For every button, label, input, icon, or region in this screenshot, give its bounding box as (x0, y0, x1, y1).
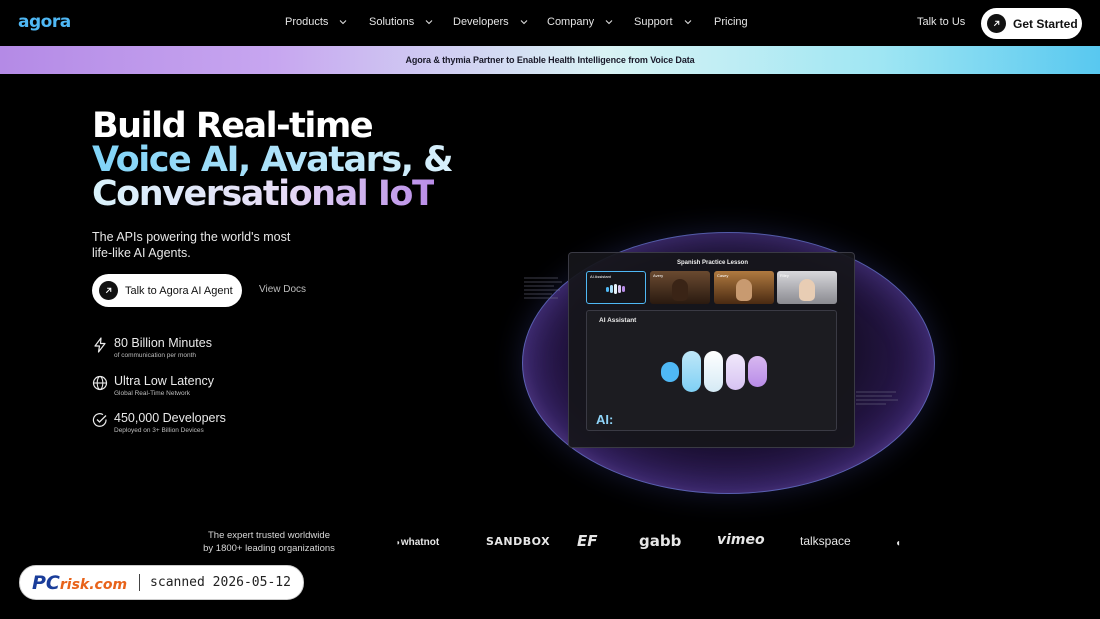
nav-products[interactable]: Products (285, 16, 348, 28)
trusted-text: The expert trusted worldwide by 1800+ le… (190, 529, 348, 555)
chevron-down-icon (520, 20, 528, 25)
pcrisk-logo-main: PC (32, 571, 60, 594)
agora-logo[interactable]: agora (18, 12, 71, 32)
talk-to-ai-agent-label: Talk to Agora AI Agent (125, 284, 233, 297)
pcrisk-scan-badge: PC risk.com scanned 2026-05-12 (19, 565, 304, 600)
hero-subtitle: The APIs powering the world's most life-… (92, 230, 291, 260)
stat-developers: 450,000 Developers Deployed on 3+ Billio… (92, 411, 226, 436)
arrow-up-right-icon (99, 281, 118, 300)
stat-subtitle: Deployed on 3+ Billion Devices (114, 427, 204, 434)
nav-pricing[interactable]: Pricing (714, 16, 748, 28)
chevron-down-icon (425, 20, 433, 25)
tile-label: Avery (653, 273, 664, 278)
trusted-line-2: by 1800+ leading organizations (203, 543, 335, 554)
logo-partial: ◖ (895, 538, 902, 549)
badge-divider (139, 574, 141, 591)
hero-title-line-2: Voice AI, Avatars, & (92, 140, 454, 180)
panel-label: AI Assistant (599, 317, 637, 324)
ai-assistant-panel: AI Assistant AI: (586, 310, 837, 431)
video-tile-ai-assistant: AI Assistant (586, 271, 646, 304)
get-started-button[interactable]: Get Started (981, 8, 1082, 39)
tile-label: AI Assistant (590, 274, 611, 279)
audio-wave-icon (606, 284, 625, 294)
logo-ef: EF (577, 532, 598, 550)
stat-title: 450,000 Developers (114, 411, 226, 425)
logo-text: whatnot (400, 537, 440, 548)
nav-solutions-label: Solutions (369, 16, 415, 28)
stat-minutes: 80 Billion Minutes of communication per … (92, 336, 212, 361)
chevron-down-icon (684, 20, 691, 25)
decorative-code-left (524, 276, 564, 307)
avatar (799, 279, 815, 301)
trusted-line-1: The expert trusted worldwide (208, 530, 330, 541)
hero-title-line-1: Build Real-time (92, 106, 374, 146)
get-started-label: Get Started (1013, 16, 1078, 31)
avatar (672, 279, 688, 301)
logo-vimeo: vimeo (717, 532, 765, 548)
video-tile-avery: Avery (650, 271, 710, 304)
decorative-code-right (856, 390, 900, 413)
check-circle-icon (92, 413, 107, 427)
talk-to-ai-agent-button[interactable]: Talk to Agora AI Agent (92, 274, 242, 307)
nav-company[interactable]: Company (547, 16, 614, 28)
mockup-title: Spanish Practice Lesson (676, 260, 749, 266)
nav-products-label: Products (285, 16, 329, 28)
hero-title-line-3: Conversational IoT (92, 174, 436, 214)
ai-caption-label: AI: (596, 412, 614, 427)
stat-subtitle: Global Real-Time Network (114, 390, 190, 397)
nav-company-label: Company (547, 16, 595, 28)
lightning-icon (94, 337, 106, 353)
view-docs-link[interactable]: View Docs (259, 284, 306, 295)
arrow-up-right-icon (987, 14, 1006, 33)
stat-title: 80 Billion Minutes (114, 336, 212, 350)
logo-gabb: gabb (639, 532, 682, 550)
nav-developers[interactable]: Developers (453, 16, 529, 28)
voice-visualizer-icon (661, 351, 767, 392)
nav-support[interactable]: Support (634, 16, 693, 28)
chevron-down-icon (605, 20, 613, 25)
globe-icon (92, 375, 108, 391)
banner-text: Agora & thymia Partner to Enable Health … (405, 55, 695, 65)
logo-sandbox: SANDBOX (486, 535, 551, 548)
stat-subtitle: of communication per month (114, 352, 197, 359)
chevron-down-icon (340, 20, 347, 25)
tile-label: Casey (717, 273, 729, 278)
video-tile-casey: Casey (714, 271, 774, 304)
product-mockup-window: Spanish Practice Lesson AI Assistant Ave… (568, 252, 855, 448)
logo-talkspace: talkspace (800, 534, 851, 548)
nav-support-label: Support (634, 16, 673, 28)
scan-date-text: scanned 2026-05-12 (150, 575, 291, 590)
nav-pricing-label: Pricing (714, 16, 748, 28)
pcrisk-logo-suffix: risk.com (59, 576, 128, 593)
stat-latency: Ultra Low Latency Global Real-Time Netwo… (92, 374, 214, 399)
logo-whatnot: ◗whatnot (396, 537, 439, 548)
nav-solutions[interactable]: Solutions (369, 16, 434, 28)
nav-developers-label: Developers (453, 16, 509, 28)
video-tile-riley: Riley (777, 271, 837, 304)
avatar (736, 279, 752, 301)
pcrisk-logo: PC risk.com (32, 572, 127, 594)
announcement-banner[interactable]: Agora & thymia Partner to Enable Health … (0, 46, 1100, 74)
talk-to-us-link[interactable]: Talk to Us (917, 16, 965, 28)
top-nav: agora Products Solutions Developers Comp… (0, 0, 1100, 46)
tile-label: Riley (780, 273, 789, 278)
stat-title: Ultra Low Latency (114, 374, 215, 388)
